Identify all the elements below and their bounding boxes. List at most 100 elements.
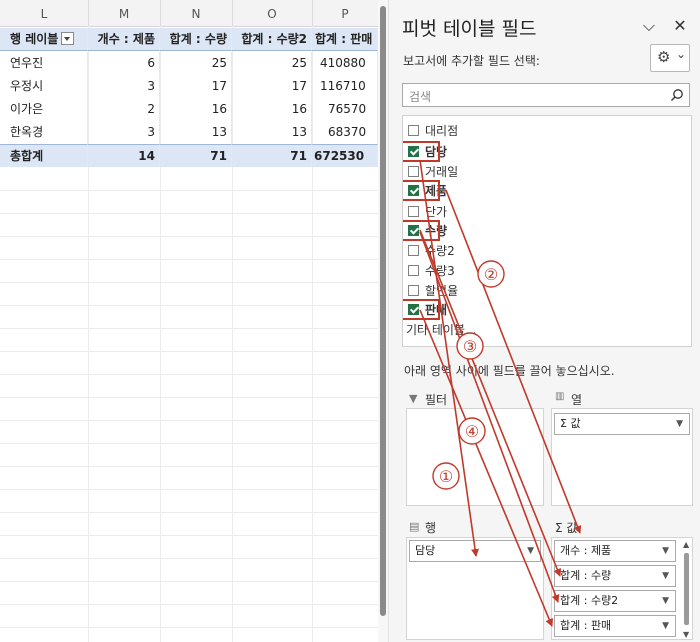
value-cell[interactable]: 13 xyxy=(232,121,312,144)
chevron-down-icon[interactable]: ▼ xyxy=(662,566,669,586)
rows-drop-area[interactable]: 담당 ▼ xyxy=(406,537,544,640)
field-checkbox[interactable] xyxy=(408,285,419,296)
field-checkbox[interactable] xyxy=(408,206,419,217)
annotation-highlight-box xyxy=(403,220,440,241)
value-cell[interactable]: 16 xyxy=(232,98,312,121)
column-header-M[interactable]: M xyxy=(88,0,161,26)
total-cell[interactable]: 14 xyxy=(88,144,160,167)
table-row: 이가은 2 16 16 76570 xyxy=(0,98,378,121)
field-checkbox[interactable] xyxy=(408,125,419,136)
rows-icon: ▤ xyxy=(409,520,420,533)
value-cell[interactable]: 3 xyxy=(88,121,160,144)
chevron-down-icon[interactable]: ▼ xyxy=(662,541,669,561)
column-header-N[interactable]: N xyxy=(160,0,233,26)
chevron-down-icon[interactable]: ▼ xyxy=(662,616,669,636)
columns-icon: ▥ xyxy=(555,391,565,402)
field-label: 거래일 xyxy=(425,165,459,179)
grid-line xyxy=(0,397,378,398)
values-field-pill[interactable]: 합계 : 수량2 ▼ xyxy=(554,590,676,612)
field-checkbox[interactable] xyxy=(408,245,419,256)
value-cell[interactable]: 17 xyxy=(160,75,232,98)
header-cell[interactable]: 합계 : 수량2 xyxy=(232,28,312,51)
scrollbar-thumb[interactable] xyxy=(684,553,689,625)
values-field-pill[interactable]: 개수 : 제품 ▼ xyxy=(554,540,676,562)
chevron-down-icon[interactable]: ▼ xyxy=(662,591,669,611)
grand-total-label[interactable]: 총합계 xyxy=(0,144,88,167)
value-cell[interactable]: 13 xyxy=(160,121,232,144)
column-header-L[interactable]: L xyxy=(0,0,89,26)
value-cell[interactable]: 16 xyxy=(160,98,232,121)
pivot-field-pane: 피벗 테이블 필드 ⌵ ✕ 보고서에 추가할 필드 선택: ⚙ ⌄ 검색 대리점… xyxy=(388,0,700,642)
spreadsheet-grid[interactable]: L M N O P 행 레이블 개수 : 제품 합계 : 수량 합계 : 수량2… xyxy=(0,0,378,642)
more-tables-link[interactable]: 기타 테이블... xyxy=(406,320,476,340)
row-label-cell[interactable]: 한옥경 xyxy=(0,121,88,144)
value-cell[interactable]: 3 xyxy=(88,75,160,98)
value-cell[interactable]: 76570 xyxy=(312,98,378,121)
column-header-O[interactable]: O xyxy=(232,0,313,26)
scroll-down-icon[interactable]: ▼ xyxy=(683,630,689,639)
field-checkbox[interactable] xyxy=(408,166,419,177)
grid-line xyxy=(0,236,378,237)
scrollbar-thumb[interactable] xyxy=(380,6,386,616)
chevron-down-icon[interactable]: ▼ xyxy=(676,414,683,434)
rows-field-pill[interactable]: 담당 ▼ xyxy=(409,540,541,562)
field-item-수량2[interactable]: 수량2 xyxy=(408,241,455,261)
value-cell[interactable]: 410880 xyxy=(312,52,378,75)
header-cell[interactable]: 합계 : 수량 xyxy=(160,28,232,51)
field-search-input[interactable]: 검색 xyxy=(402,83,690,107)
grid-line xyxy=(0,443,378,444)
field-label: 단가 xyxy=(425,205,448,219)
row-label-cell[interactable]: 이가은 xyxy=(0,98,88,121)
grid-line xyxy=(0,604,378,605)
scroll-up-icon[interactable]: ▲ xyxy=(683,540,689,549)
field-item-거래일[interactable]: 거래일 xyxy=(408,162,458,182)
field-item-할인율[interactable]: 할인율 xyxy=(408,281,458,301)
field-checkbox[interactable] xyxy=(408,265,419,276)
grid-line xyxy=(0,213,378,214)
row-label-cell[interactable]: 연우진 xyxy=(0,52,88,75)
total-cell[interactable]: 71 xyxy=(160,144,232,167)
filter-area-label: 필터 xyxy=(425,393,448,407)
values-field-pill[interactable]: 합계 : 수량 ▼ xyxy=(554,565,676,587)
row-labels-header[interactable]: 행 레이블 xyxy=(0,28,88,51)
row-label-cell[interactable]: 우정시 xyxy=(0,75,88,98)
columns-drop-area[interactable]: Σ 값 ▼ xyxy=(551,408,693,506)
column-header-P[interactable]: P xyxy=(312,0,378,26)
grid-line xyxy=(0,420,378,421)
values-drop-area[interactable]: 개수 : 제품 ▼ 합계 : 수량 ▼ 합계 : 수량2 ▼ 합계 : 판매 ▼ xyxy=(551,537,693,640)
values-area-scrollbar[interactable]: ▲ ▼ xyxy=(682,540,692,640)
field-item-수량3[interactable]: 수량3 xyxy=(408,261,455,281)
chevron-down-icon: ⌄ xyxy=(676,47,687,61)
value-cell[interactable]: 6 xyxy=(88,52,160,75)
filter-drop-area[interactable] xyxy=(406,408,544,506)
total-cell[interactable]: 71 xyxy=(232,144,312,167)
value-cell[interactable]: 68370 xyxy=(312,121,378,144)
field-item-단가[interactable]: 단가 xyxy=(408,202,447,222)
field-label: 대리점 xyxy=(425,124,459,138)
value-cell[interactable]: 2 xyxy=(88,98,160,121)
filter-dropdown-icon[interactable] xyxy=(61,32,75,45)
chevron-down-icon[interactable]: ▼ xyxy=(527,541,534,561)
header-cell[interactable]: 합계 : 판매 xyxy=(312,28,378,51)
pane-options-chevron-icon[interactable]: ⌵ xyxy=(639,16,659,36)
value-cell[interactable]: 17 xyxy=(232,75,312,98)
field-label: 수량3 xyxy=(425,264,455,278)
search-icon xyxy=(671,89,683,101)
columns-field-pill[interactable]: Σ 값 ▼ xyxy=(554,413,690,435)
close-icon[interactable]: ✕ xyxy=(670,16,690,35)
tools-settings-button[interactable]: ⚙ ⌄ xyxy=(650,44,690,72)
grid-line xyxy=(0,305,378,306)
field-item-대리점[interactable]: 대리점 xyxy=(408,121,458,141)
header-cell[interactable]: 개수 : 제품 xyxy=(88,28,160,51)
grid-line xyxy=(0,627,378,628)
pane-title: 피벗 테이블 필드 xyxy=(402,18,537,40)
total-cell[interactable]: 672530 xyxy=(312,144,378,167)
grid-line xyxy=(0,328,378,329)
sheet-vertical-scrollbar[interactable] xyxy=(378,0,388,642)
value-cell[interactable]: 25 xyxy=(160,52,232,75)
values-field-pill[interactable]: 합계 : 판매 ▼ xyxy=(554,615,676,637)
search-placeholder: 검색 xyxy=(409,90,432,104)
value-cell[interactable]: 25 xyxy=(232,52,312,75)
column-header-bar: L M N O P xyxy=(0,0,378,27)
value-cell[interactable]: 116710 xyxy=(312,75,378,98)
